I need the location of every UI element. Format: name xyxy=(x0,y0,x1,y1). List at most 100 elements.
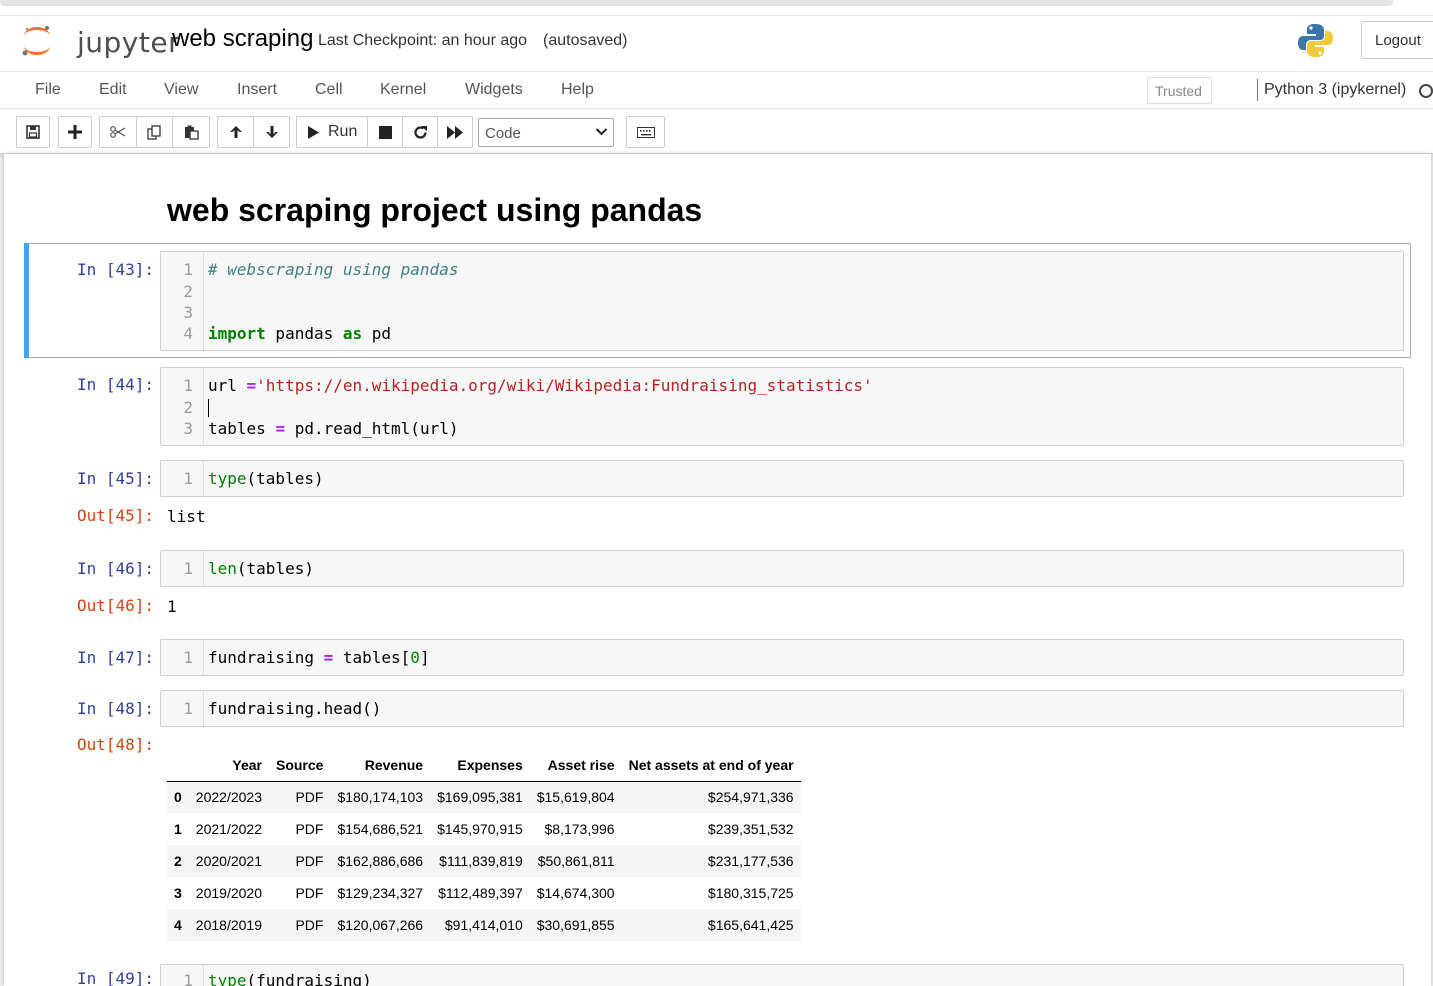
code-input[interactable]: 1 fundraising = tables[0] xyxy=(160,639,1404,676)
table-cell: $120,067,266 xyxy=(337,917,424,933)
cut-button[interactable] xyxy=(99,116,137,148)
table-cell: $180,315,725 xyxy=(707,885,794,901)
table-cell: $8,173,996 xyxy=(544,821,615,837)
run-button[interactable]: Run xyxy=(296,116,368,148)
keyboard-icon xyxy=(636,126,655,138)
logout-button[interactable]: Logout xyxy=(1361,21,1433,59)
table-row-index: 3 xyxy=(174,885,182,901)
code-line: 4 import pandas as pd xyxy=(161,324,1401,345)
code-input[interactable]: 1 type(tables) xyxy=(160,460,1404,497)
table-cell: $239,351,532 xyxy=(707,821,794,837)
output-text: 1 xyxy=(167,597,177,616)
kernel-name[interactable]: Python 3 (ipykernel) xyxy=(1264,81,1406,99)
table-cell: $111,839,819 xyxy=(439,853,523,869)
code-token: = xyxy=(275,419,286,438)
line-number: 2 xyxy=(183,398,193,417)
table-cell: $154,686,521 xyxy=(337,821,424,837)
code-line: 1 type(tables) xyxy=(161,469,1401,490)
table-cell: $129,234,327 xyxy=(337,885,424,901)
code-input[interactable]: 1 url ='https://en.wikipedia.org/wiki/Wik… xyxy=(160,367,1404,446)
code-token: url xyxy=(208,376,247,395)
table-cell: $180,174,103 xyxy=(337,789,424,806)
menu-insert[interactable]: Insert xyxy=(237,81,277,99)
line-number: 3 xyxy=(183,419,193,438)
table-row: 0 2022/2023 PDF $180,174,103 $169,095,381 $15… xyxy=(167,781,801,813)
code-input[interactable]: 1 # webscraping using pandas 2 3 4 import pan… xyxy=(160,251,1404,351)
cell-type-select[interactable]: Code xyxy=(478,118,614,147)
output-text: list xyxy=(167,507,206,526)
cell-type-value: Code xyxy=(485,125,521,142)
notebook-name[interactable]: web scraping xyxy=(172,25,313,53)
table-cell: 2020/2021 xyxy=(195,853,262,869)
menu-cell[interactable]: Cell xyxy=(315,81,343,99)
play-icon xyxy=(308,125,319,139)
code-token: len xyxy=(208,559,237,578)
copy-button[interactable] xyxy=(136,116,173,148)
command-palette-button[interactable] xyxy=(626,116,665,148)
interrupt-button[interactable] xyxy=(367,116,403,148)
code-text: type(fundraising) xyxy=(208,971,372,986)
table-cell: 2021/2022 xyxy=(195,821,262,837)
code-text: fundraising.head() xyxy=(208,699,381,718)
toolbar: Run Code xyxy=(0,109,1433,154)
input-prompt: In [44]: xyxy=(76,375,154,394)
table-cell: $50,861,811 xyxy=(537,853,615,869)
arrow-down-icon xyxy=(265,126,278,138)
autosave-status: (autosaved) xyxy=(543,32,628,49)
code-input[interactable]: 1 len(tables) xyxy=(160,550,1404,587)
table-column-header: Source xyxy=(268,750,331,782)
code-line: 1 url ='https://en.wikipedia.org/wiki/Wik… xyxy=(161,376,1401,397)
table-cell: PDF xyxy=(295,821,324,837)
table-cell: PDF xyxy=(295,789,324,806)
dataframe-table: Year Source Revenue Expenses Asset rise Net a… xyxy=(167,750,801,941)
output-prompt: Out[46]: xyxy=(76,596,154,615)
code-input[interactable]: 1 type(fundraising) xyxy=(160,964,1404,986)
menu-edit[interactable]: Edit xyxy=(99,81,127,99)
trusted-indicator[interactable]: Trusted xyxy=(1147,77,1212,104)
table-cell: $30,691,855 xyxy=(536,917,615,933)
move-up-button[interactable] xyxy=(217,116,254,148)
line-number: 2 xyxy=(183,282,193,301)
input-prompt: In [46]: xyxy=(76,559,154,578)
menu-help[interactable]: Help xyxy=(561,81,594,99)
move-down-button[interactable] xyxy=(253,116,290,148)
input-prompt: In [43]: xyxy=(76,260,154,279)
jupyter-logo[interactable]: jupyter xyxy=(20,23,180,59)
notebook-container: web scraping project using pandas In [43… xyxy=(4,154,1431,986)
restart-kernel-button[interactable] xyxy=(402,116,438,148)
code-text: url ='https://en.wikipedia.org/wiki/Wiki… xyxy=(208,376,873,395)
code-line: 3 xyxy=(161,303,1401,324)
code-token: import xyxy=(208,324,266,343)
code-token: = xyxy=(323,648,334,667)
code-token: fundraising.head() xyxy=(208,699,382,718)
table-column-header: Revenue xyxy=(330,750,431,782)
code-token: pandas xyxy=(265,324,343,343)
code-token: ] xyxy=(419,648,430,667)
table-row: 1 2021/2022 PDF $154,686,521 $145,970,915 $8,… xyxy=(167,813,801,845)
save-icon xyxy=(26,125,40,139)
line-number: 1 xyxy=(183,699,193,718)
code-token: 0 xyxy=(410,648,420,667)
paste-icon xyxy=(184,125,199,140)
code-line: 1 # webscraping using pandas xyxy=(161,260,1401,281)
kernel-divider xyxy=(1257,79,1258,101)
code-text: import pandas as pd xyxy=(208,324,391,343)
menu-widgets[interactable]: Widgets xyxy=(465,81,523,99)
menu-kernel[interactable]: Kernel xyxy=(380,81,426,99)
jupyter-logo-icon xyxy=(22,26,50,56)
markdown-title: web scraping project using pandas xyxy=(167,192,703,228)
menu-file[interactable]: File xyxy=(35,81,61,99)
menu-view[interactable]: View xyxy=(164,81,198,99)
text-cursor xyxy=(208,399,209,417)
line-number: 1 xyxy=(183,469,193,488)
line-number: 1 xyxy=(183,559,193,578)
code-text: type(tables) xyxy=(208,469,324,488)
insert-cell-button[interactable] xyxy=(58,116,92,148)
save-button[interactable] xyxy=(16,116,50,148)
paste-button[interactable] xyxy=(172,116,210,148)
code-input[interactable]: 1 fundraising.head() xyxy=(160,690,1404,727)
code-token: 'https://en.wikipedia.org/wiki/Wikipedia… xyxy=(256,376,873,395)
scrollbar-top[interactable] xyxy=(0,0,1393,6)
restart-run-all-button[interactable] xyxy=(437,116,473,148)
table-cell: $169,095,381 xyxy=(437,789,523,806)
